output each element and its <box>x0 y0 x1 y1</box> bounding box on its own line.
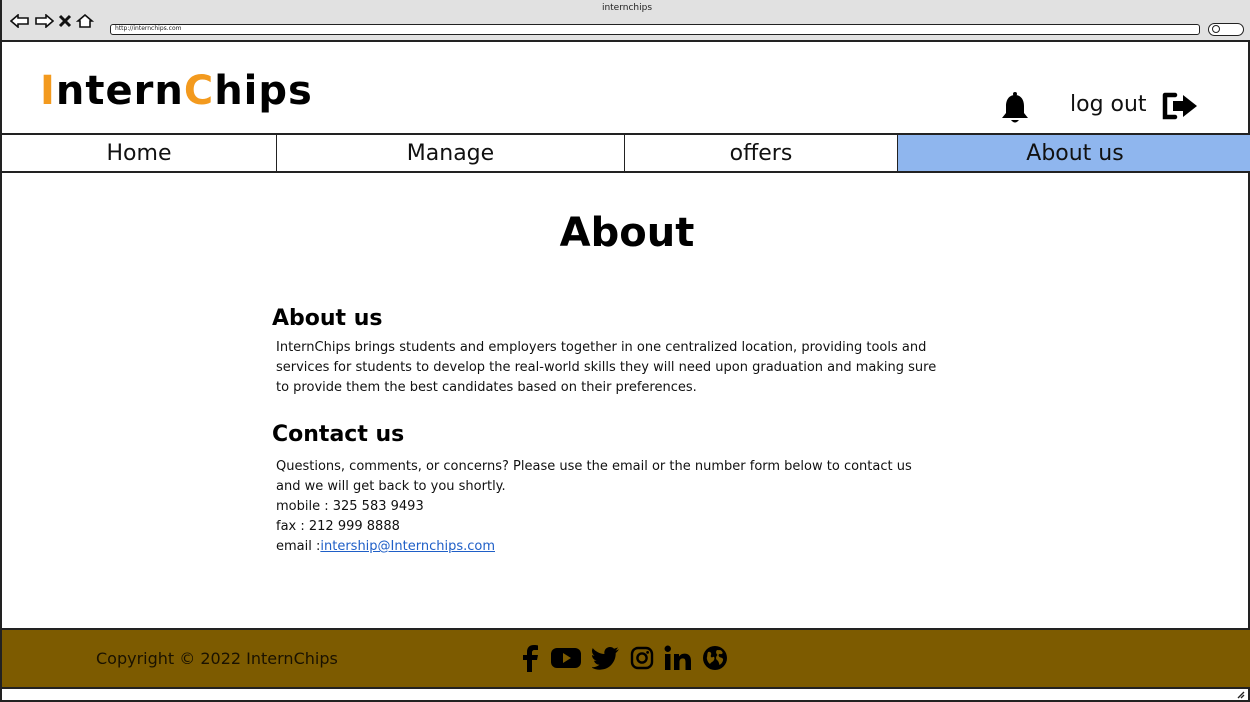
browser-search-button[interactable] <box>1208 23 1244 36</box>
about-line: services for students to develop the rea… <box>276 360 937 375</box>
youtube-icon[interactable] <box>550 646 582 670</box>
contact-us-text: Questions, comments, or concerns? Please… <box>276 457 996 557</box>
about-line: InternChips brings students and employer… <box>276 340 927 355</box>
logo-letter-i: I <box>40 68 56 114</box>
facebook-icon[interactable] <box>522 643 540 673</box>
logout-icon[interactable] <box>1162 92 1200 120</box>
about-us-text: InternChips brings students and employer… <box>276 338 996 398</box>
stop-x-icon[interactable] <box>58 14 72 28</box>
logo-text-hips: hips <box>214 68 313 114</box>
browser-chrome: internchips http://internchips.com <box>2 0 1250 42</box>
email-link[interactable]: intership@Internchips.com <box>320 539 495 554</box>
logo-text-ntern: ntern <box>55 68 184 114</box>
bell-icon[interactable] <box>1000 92 1030 124</box>
page-title: About <box>559 210 695 256</box>
about-us-heading: About us <box>272 306 383 331</box>
mobile-number: mobile : 325 583 9493 <box>276 499 424 514</box>
address-bar[interactable]: http://internchips.com <box>110 24 1200 35</box>
browser-nav-buttons <box>10 14 94 28</box>
contact-us-heading: Contact us <box>272 422 405 447</box>
social-links <box>522 643 728 673</box>
back-arrow-icon[interactable] <box>10 14 30 28</box>
email-label: email : <box>276 539 321 554</box>
logout-link[interactable]: log out <box>1070 92 1147 117</box>
about-line: to provide them the best candidates base… <box>276 380 697 395</box>
nav-tab-manage[interactable]: Manage <box>277 135 625 171</box>
search-icon <box>1212 25 1220 33</box>
logo[interactable]: InternChips <box>40 68 313 114</box>
nav-tab-offers[interactable]: offers <box>625 135 898 171</box>
globe-icon[interactable] <box>702 645 728 671</box>
logo-letter-c: C <box>183 68 215 114</box>
contact-line: and we will get back to you shortly. <box>276 479 506 494</box>
nav-tab-home[interactable]: Home <box>2 135 277 171</box>
home-icon[interactable] <box>76 14 94 28</box>
footer: Copyright © 2022 InternChips <box>2 628 1250 689</box>
contact-line: Questions, comments, or concerns? Please… <box>276 459 912 474</box>
window-title: internchips <box>601 3 653 13</box>
forward-arrow-icon[interactable] <box>34 14 54 28</box>
linkedin-icon[interactable] <box>664 645 692 671</box>
email-row: email :intership@Internchips.com <box>276 537 996 557</box>
nav-tab-about-us[interactable]: About us <box>898 135 1250 171</box>
browser-window: internchips http://internchips.com Inter… <box>0 0 1250 702</box>
instagram-icon[interactable] <box>630 646 654 670</box>
twitter-icon[interactable] <box>592 646 620 670</box>
main-nav: Home Manage offers About us <box>2 133 1250 173</box>
copyright-text: Copyright © 2022 InternChips <box>96 649 338 668</box>
resize-grip-icon[interactable] <box>1235 689 1245 699</box>
fax-number: fax : 212 999 8888 <box>276 519 400 534</box>
